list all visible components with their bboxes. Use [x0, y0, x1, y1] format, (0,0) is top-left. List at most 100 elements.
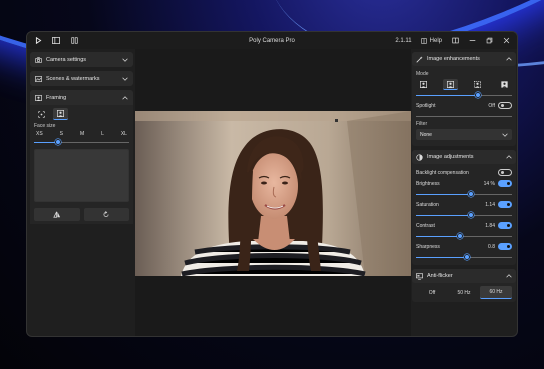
backlight-label: Backlight compensation [416, 169, 469, 176]
help-button[interactable]: Help [420, 37, 442, 44]
brightness-value: 14 % [483, 180, 495, 187]
mode-option-1[interactable] [416, 79, 431, 90]
face-size-xl: XL [120, 131, 127, 137]
layout-panels-icon[interactable] [70, 37, 78, 45]
chevron-down-icon [502, 133, 508, 137]
mode-option-3[interactable] [470, 79, 485, 90]
person-spotlight-icon [501, 81, 508, 88]
chevron-down-icon [122, 58, 128, 62]
slider-thumb[interactable] [467, 191, 474, 197]
saturation-toggle[interactable] [498, 201, 512, 208]
chevron-up-icon [506, 57, 512, 61]
camera-feed [135, 111, 411, 276]
app-window: Poly Camera Pro 2.1.11 Help Camera setti… [26, 31, 518, 337]
mode-option-4[interactable] [497, 79, 512, 90]
mode-option-2[interactable] [443, 79, 458, 90]
person-enhance-icon [447, 80, 454, 88]
reset-framing-button[interactable] [83, 208, 129, 221]
slider-thumb[interactable] [475, 92, 482, 98]
scenes-icon [35, 75, 42, 82]
image-adjustments-header[interactable]: Image adjustments [412, 150, 516, 164]
close-icon[interactable] [502, 37, 510, 45]
framing-mode-manual[interactable] [34, 108, 49, 120]
image-adjustments-section: Image adjustments Backlight compensation… [412, 150, 516, 265]
saturation-slider[interactable] [416, 212, 512, 218]
sharpness-label: Sharpness [416, 243, 440, 250]
framing-icon [35, 94, 42, 101]
anti-flicker-50hz[interactable]: 50 Hz [448, 286, 480, 299]
version-label: 2.1.11 [395, 37, 412, 44]
backlight-toggle[interactable] [498, 169, 512, 176]
anti-flicker-section: Anti-flicker Off 50 Hz 60 Hz [412, 269, 516, 302]
slider-thumb[interactable] [463, 254, 470, 260]
dock-panel-icon[interactable] [451, 37, 459, 45]
person-frame-icon [420, 81, 427, 88]
spotlight-state: Off [488, 102, 495, 109]
anti-flicker-60hz[interactable]: 60 Hz [480, 286, 512, 299]
sharpness-slider[interactable] [416, 254, 512, 260]
chevron-down-icon [122, 77, 128, 81]
spotlight-toggle[interactable] [498, 102, 512, 109]
anti-flicker-off[interactable]: Off [416, 286, 448, 299]
filter-select[interactable]: None [416, 129, 512, 140]
contrast-slider[interactable] [416, 233, 512, 239]
face-size-m: M [79, 131, 85, 137]
chevron-up-icon [122, 95, 128, 99]
camera-icon [35, 56, 42, 63]
minimize-icon[interactable] [468, 37, 476, 45]
camera-settings-header[interactable]: Camera settings [30, 52, 133, 67]
title-bar: Poly Camera Pro 2.1.11 Help [27, 32, 517, 49]
contrast-value: 1.84 [485, 222, 495, 229]
sidebar-toggle-icon[interactable] [52, 37, 60, 45]
magic-wand-icon [416, 55, 423, 63]
sharpness-toggle[interactable] [498, 243, 512, 250]
person-blur-icon [474, 81, 481, 88]
face-size-l: L [101, 131, 104, 137]
contrast-row: Contrast 1.84 [416, 220, 512, 231]
spotlight-slider[interactable] [416, 113, 512, 119]
restore-icon[interactable] [485, 37, 493, 45]
saturation-value: 1.14 [485, 201, 495, 208]
anti-flicker-header[interactable]: Anti-flicker [412, 269, 516, 283]
app-logo-icon [34, 37, 42, 45]
help-book-icon [420, 37, 427, 44]
filter-value: None [420, 131, 432, 138]
sharpness-row: Sharpness 0.8 [416, 241, 512, 252]
slider-thumb[interactable] [467, 212, 474, 218]
saturation-label: Saturation [416, 201, 439, 208]
brightness-slider[interactable] [416, 191, 512, 197]
saturation-row: Saturation 1.14 [416, 199, 512, 210]
contrast-toggle[interactable] [498, 222, 512, 229]
flip-button[interactable] [34, 208, 80, 221]
framing-body: Face size XS S M L XL [30, 105, 133, 224]
framing-header[interactable]: Framing [30, 90, 133, 105]
scenes-watermarks-header[interactable]: Scenes & watermarks [30, 71, 133, 86]
spotlight-label: Spotlight [416, 102, 436, 109]
framing-mode-auto[interactable] [53, 108, 68, 120]
slider-thumb[interactable] [54, 139, 61, 145]
camera-settings-label: Camera settings [46, 56, 87, 63]
anti-flicker-options: Off 50 Hz 60 Hz [416, 286, 512, 299]
backlight-row: Backlight compensation [416, 167, 512, 178]
chevron-up-icon [506, 155, 512, 159]
framing-label: Framing [46, 94, 67, 101]
scenes-watermarks-label: Scenes & watermarks [46, 75, 100, 82]
brightness-toggle[interactable] [498, 180, 512, 187]
adjustments-icon [416, 153, 423, 161]
chevron-up-icon [506, 274, 512, 278]
brightness-label: Brightness [416, 180, 440, 187]
filter-label: Filter [416, 121, 428, 127]
mode-intensity-slider[interactable] [416, 92, 512, 98]
face-size-slider[interactable] [34, 139, 129, 145]
contrast-label: Contrast [416, 222, 435, 229]
face-size-xs: XS [36, 131, 43, 137]
image-enhancements-label: Image enhancements [427, 56, 480, 62]
right-panel: Image enhancements Mode Spotlight Off Fi… [412, 52, 516, 336]
framing-preview [34, 149, 129, 202]
image-enhancements-header[interactable]: Image enhancements [412, 52, 516, 66]
frame-manual-icon [38, 110, 45, 118]
face-size-scale: XS S M L XL [34, 131, 129, 137]
image-enhancements-section: Image enhancements Mode Spotlight Off Fi… [412, 52, 516, 146]
anti-flicker-label: Anti-flicker [427, 273, 453, 279]
slider-thumb[interactable] [457, 233, 464, 239]
